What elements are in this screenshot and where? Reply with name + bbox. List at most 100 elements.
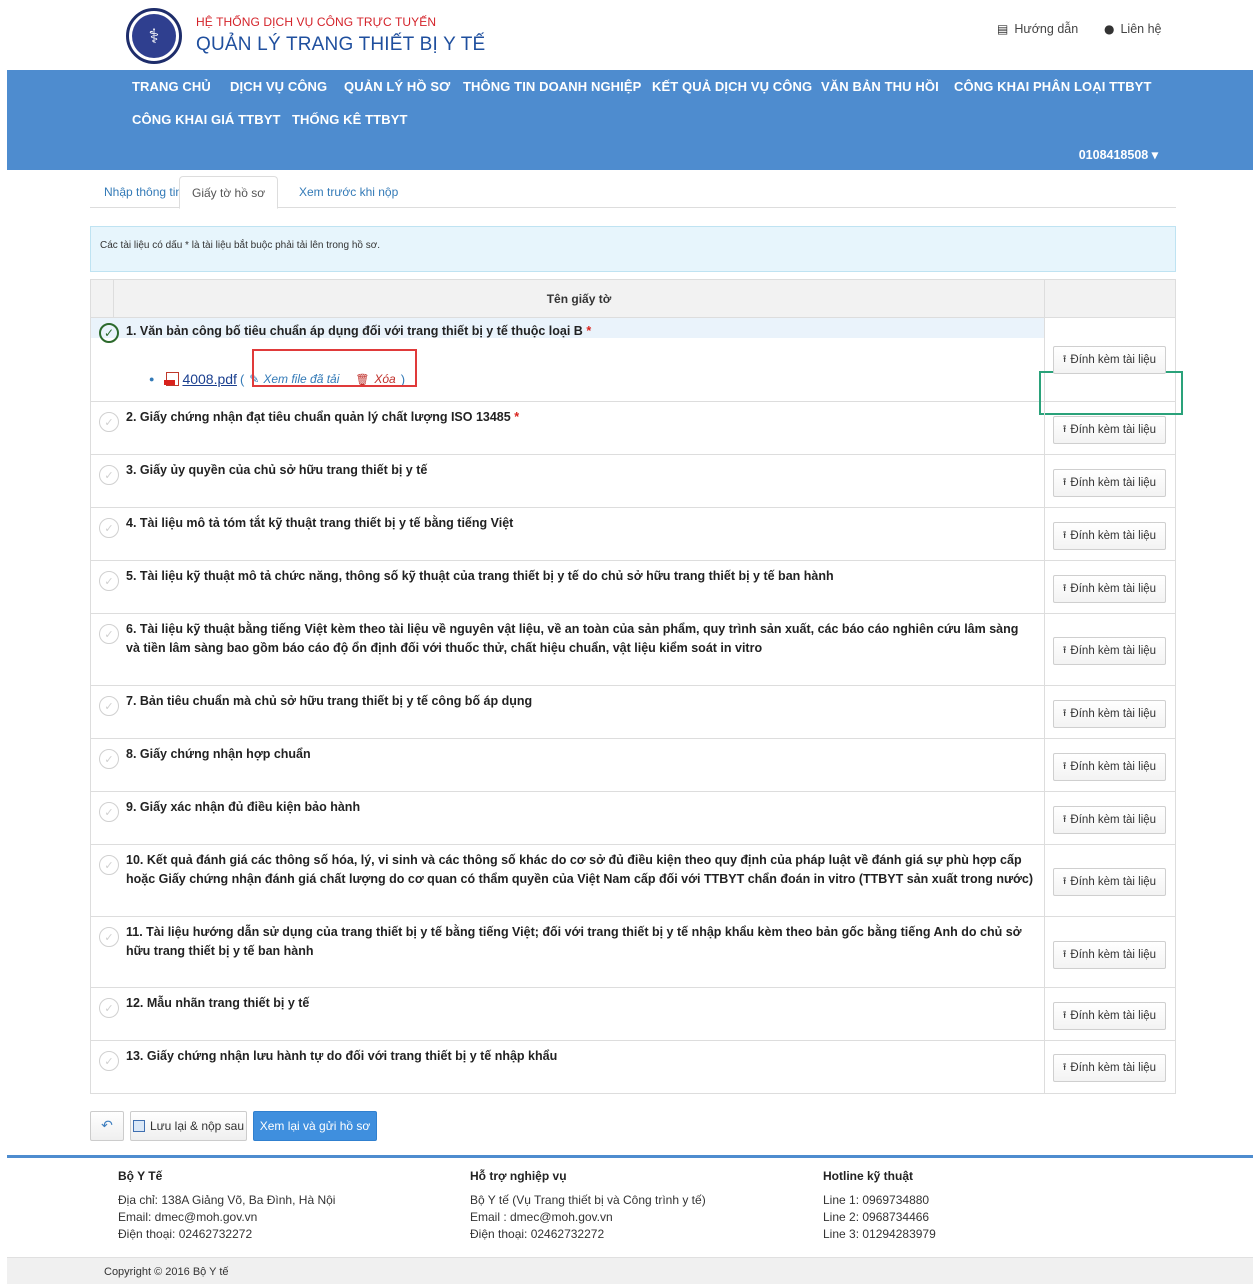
document-title: 6. Tài liệu kỹ thuật bằng tiếng Việt kèm…: [126, 622, 1019, 655]
review-submit-button[interactable]: Xem lại và gửi hồ sơ: [253, 1111, 377, 1141]
table-row: ✓ 6. Tài liệu kỹ thuật bằng tiếng Việt k…: [91, 614, 1175, 686]
upload-icon: ⭱: [1062, 476, 1067, 488]
footer-hotline: Hotline kỹ thuật Line 1: 0969734880 Line…: [823, 1168, 936, 1243]
paren-open: (: [239, 371, 245, 387]
upload-icon: ⭱: [1062, 948, 1067, 960]
guide-link[interactable]: ▤ Hướng dẫn: [997, 22, 1078, 36]
table-row: ✓ 9. Giấy xác nhận đủ điều kiện bảo hành…: [91, 792, 1175, 845]
attach-document-button[interactable]: ⭱ Đính kèm tài liệu: [1053, 941, 1166, 969]
attach-document-button[interactable]: ⭱ Đính kèm tài liệu: [1053, 753, 1166, 781]
check-circle-icon: ✓: [99, 927, 119, 947]
upload-icon: ⭱: [1062, 423, 1067, 435]
check-circle-icon: ✓: [99, 571, 119, 591]
uploaded-file-link[interactable]: 4008.pdf: [182, 371, 237, 387]
floppy-disk-icon: [132, 1120, 145, 1132]
attach-document-button[interactable]: ⭱ Đính kèm tài liệu: [1053, 637, 1166, 665]
table-row: ✓ 1. Văn bản công bố tiêu chuẩn áp dụng …: [91, 318, 1183, 415]
document-title: 13. Giấy chứng nhận lưu hành tự do đối v…: [126, 1049, 558, 1063]
footer-phone: Điện thoại: 02462732272: [118, 1227, 253, 1241]
footer-ministry: Bộ Y Tế Địa chỉ: 138A Giảng Võ, Ba Đình,…: [118, 1168, 335, 1243]
nav-item-public-classification[interactable]: CÔNG KHAI PHÂN LOẠI TTBYT: [954, 79, 1152, 94]
hotline-1: Line 1: 0969734880: [823, 1193, 930, 1207]
upload-icon: ⭱: [1062, 529, 1067, 541]
contact-link[interactable]: ● Liên hệ: [1104, 22, 1162, 36]
user-account-dropdown[interactable]: 0108418508 ▾: [1079, 147, 1158, 162]
table-row: ✓ 13. Giấy chứng nhận lưu hành tự do đối…: [91, 1041, 1175, 1093]
nav-item-home[interactable]: TRANG CHỦ: [132, 79, 211, 94]
main-nav: TRANG CHỦ DỊCH VỤ CÔNG QUẢN LÝ HỒ SƠ THÔ…: [7, 70, 1253, 170]
attach-document-button[interactable]: ⭱ Đính kèm tài liệu: [1053, 522, 1166, 550]
check-circle-icon: ✓: [99, 696, 119, 716]
nav-item-statistics[interactable]: THỐNG KÊ TTBYT: [292, 112, 408, 127]
upload-icon: ⭱: [1062, 813, 1067, 825]
attach-document-button[interactable]: ⭱ Đính kèm tài liệu: [1053, 868, 1166, 896]
check-circle-icon: ✓: [99, 998, 119, 1018]
document-title: 2. Giấy chứng nhận đạt tiêu chuẩn quản l…: [126, 410, 520, 424]
table-row: ✓ 2. Giấy chứng nhận đạt tiêu chuẩn quản…: [91, 402, 1175, 455]
brand-title: QUẢN LÝ TRANG THIẾT BỊ Y TẾ: [196, 34, 486, 55]
upload-icon: ⭱: [1062, 1009, 1067, 1021]
nav-item-public-services[interactable]: DỊCH VỤ CÔNG: [230, 79, 327, 94]
footer-email: Email : dmec@moh.gov.vn: [470, 1210, 613, 1224]
attach-document-button[interactable]: ⭱ Đính kèm tài liệu: [1053, 1054, 1166, 1082]
table-row: ✓ 10. Kết quả đánh giá các thông số hóa,…: [91, 845, 1175, 917]
form-tabs: Nhập thông tin Giấy tờ hồ sơ Xem trước k…: [90, 176, 1176, 209]
upload-icon: ⭱: [1062, 353, 1067, 365]
document-title: 12. Mẫu nhãn trang thiết bị y tế: [126, 996, 310, 1010]
upload-icon: ⭱: [1062, 644, 1067, 656]
document-title: 5. Tài liệu kỹ thuật mô tả chức năng, th…: [126, 569, 834, 583]
document-title: 4. Tài liệu mô tả tóm tắt kỹ thuật trang…: [126, 516, 514, 530]
attach-document-button[interactable]: ⭱ Đính kèm tài liệu: [1053, 469, 1166, 497]
attach-document-button[interactable]: ⭱ Đính kèm tài liệu: [1053, 700, 1166, 728]
document-title: 11. Tài liệu hướng dẫn sử dụng của trang…: [126, 925, 1022, 958]
document-title: 3. Giấy ủy quyền của chủ sở hữu trang th…: [126, 463, 428, 477]
tab-preview[interactable]: Xem trước khi nộp: [287, 176, 410, 208]
table-row: ✓ 12. Mẫu nhãn trang thiết bị y tế ⭱ Đính…: [91, 988, 1175, 1041]
footer-heading: Hotline kỹ thuật: [823, 1169, 914, 1183]
document-title: 9. Giấy xác nhận đủ điều kiện bảo hành: [126, 800, 361, 814]
nav-item-public-prices[interactable]: CÔNG KHAI GIÁ TTBYT: [132, 112, 281, 127]
nav-item-manage-records[interactable]: QUẢN LÝ HỒ SƠ: [344, 79, 450, 94]
hotline-2: Line 2: 0968734466: [823, 1210, 930, 1224]
attach-document-button[interactable]: ⭱ Đính kèm tài liệu: [1053, 346, 1166, 374]
table-row: ✓ 7. Bản tiêu chuẩn mà chủ sở hữu trang …: [91, 686, 1175, 739]
save-later-button[interactable]: Lưu lại & nộp sau: [130, 1111, 247, 1141]
table-row: ✓ 4. Tài liệu mô tả tóm tắt kỹ thuật tra…: [91, 508, 1175, 561]
nav-item-service-results[interactable]: KẾT QUẢ DỊCH VỤ CÔNG: [652, 79, 812, 94]
check-circle-icon: ✓: [99, 1051, 119, 1071]
footer-address: Địa chỉ: 138A Giảng Võ, Ba Đình, Hà Nội: [118, 1193, 336, 1207]
check-circle-icon: ✓: [99, 412, 119, 432]
attach-document-button[interactable]: ⭱ Đính kèm tài liệu: [1053, 575, 1166, 603]
nav-item-business-info[interactable]: THÔNG TIN DOANH NGHIỆP: [463, 79, 641, 94]
footer-heading: Bộ Y Tế: [118, 1169, 163, 1183]
document-title: 7. Bản tiêu chuẩn mà chủ sở hữu trang th…: [126, 694, 533, 708]
pdf-file-icon: [164, 372, 180, 386]
attach-document-button[interactable]: ⭱ Đính kèm tài liệu: [1053, 1002, 1166, 1030]
map-marker-icon: ●: [1104, 22, 1115, 36]
attach-document-button[interactable]: ⭱ Đính kèm tài liệu: [1053, 416, 1166, 444]
nav-item-revoked-docs[interactable]: VĂN BẢN THU HỒI: [821, 79, 939, 94]
hotline-3: Line 3: 01294283979: [823, 1227, 936, 1241]
footer-email: Email: dmec@moh.gov.vn: [118, 1210, 258, 1224]
upload-icon: ⭱: [1062, 582, 1067, 594]
bullet: ●: [149, 374, 155, 384]
check-circle-icon: ✓: [99, 624, 119, 644]
upload-icon: ⭱: [1062, 760, 1067, 772]
ministry-logo[interactable]: ⚕: [126, 8, 182, 64]
table-row: ✓ 3. Giấy ủy quyền của chủ sở hữu trang …: [91, 455, 1175, 508]
footer-department: Bộ Y tế (Vụ Trang thiết bị và Công trình…: [470, 1193, 706, 1207]
attach-document-button[interactable]: ⭱ Đính kèm tài liệu: [1053, 806, 1166, 834]
footer-support: Hỗ trợ nghiệp vụ Bộ Y tế (Vụ Trang thiết…: [470, 1168, 706, 1243]
check-circle-icon: ✓: [99, 802, 119, 822]
footer-phone: Điện thoại: 02462732272: [470, 1227, 605, 1241]
upload-icon: ⭱: [1062, 1061, 1067, 1073]
table-row: ✓ 5. Tài liệu kỹ thuật mô tả chức năng, …: [91, 561, 1175, 614]
table-row: ✓ 8. Giấy chứng nhận hợp chuẩn ⭱ Đính kèm…: [91, 739, 1175, 792]
undo-icon: ↶: [101, 1118, 113, 1134]
tab-documents[interactable]: Giấy tờ hồ sơ: [179, 176, 279, 209]
document-title: 8. Giấy chứng nhận hợp chuẩn: [126, 747, 311, 761]
document-title: 1. Văn bản công bố tiêu chuẩn áp dụng đố…: [126, 324, 592, 338]
back-button[interactable]: ↶: [90, 1111, 124, 1141]
column-header-document-name: Tên giấy tờ: [113, 280, 1045, 318]
table-row: ✓ 11. Tài liệu hướng dẫn sử dụng của tra…: [91, 917, 1175, 988]
